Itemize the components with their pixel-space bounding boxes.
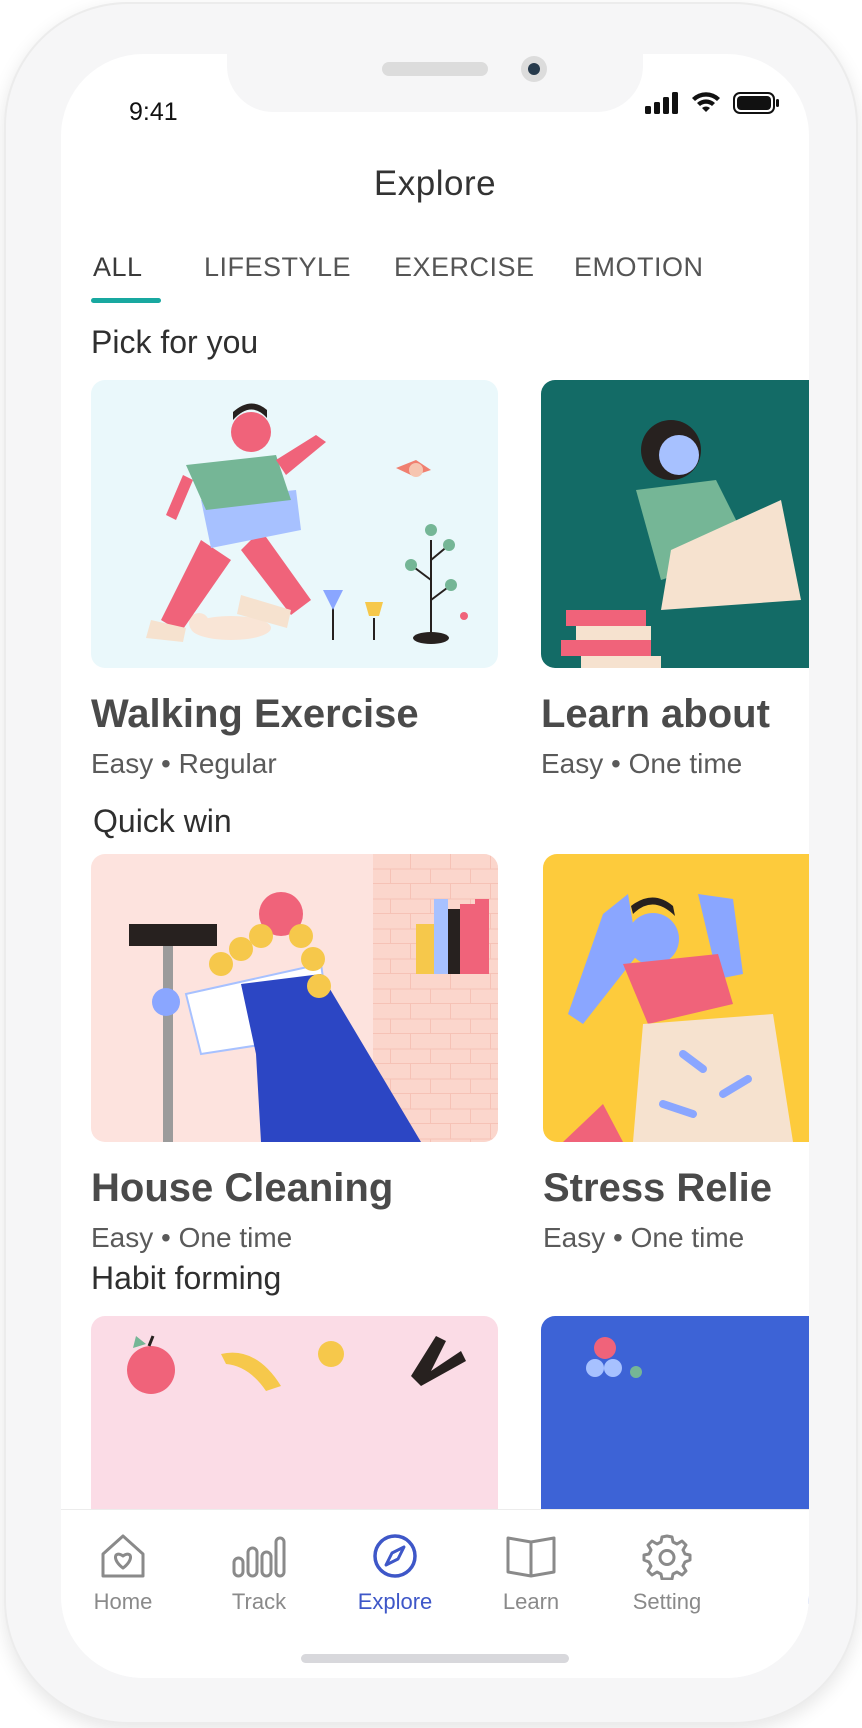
card-learn-about[interactable]: Learn about Easy • One time	[541, 380, 809, 800]
nav-label: Explore	[357, 1589, 433, 1614]
nav-explore[interactable]: Explore	[335, 1532, 455, 1615]
nav-home[interactable]: Home	[63, 1532, 183, 1615]
bottom-navigation: Home Track Explore Learn Setting	[61, 1509, 809, 1678]
tab-exercise[interactable]: EXERCISE	[394, 252, 535, 283]
tab-emotion[interactable]: EMOTION	[574, 252, 704, 283]
card-meta: Easy • Regular	[91, 748, 277, 779]
signal-icon	[645, 92, 678, 114]
card-meta: Easy • One time	[543, 1222, 745, 1253]
nav-label: Track	[231, 1589, 287, 1614]
battery-icon	[733, 92, 779, 114]
cleaning-illustration	[91, 854, 498, 1142]
section-title-pick-for-you: Pick for you	[91, 324, 259, 360]
compass-icon	[373, 1534, 417, 1578]
tab-all[interactable]: ALL	[93, 252, 143, 283]
bar-chart-icon	[232, 1536, 286, 1578]
reading-illustration	[541, 380, 809, 668]
home-indicator[interactable]	[301, 1654, 569, 1663]
notch	[227, 54, 643, 112]
tab-lifestyle[interactable]: LIFESTYLE	[204, 252, 351, 283]
section-title-quick-win: Quick win	[93, 803, 232, 839]
speaker	[382, 62, 488, 76]
book-icon	[506, 1536, 556, 1578]
card-title: Stress Relie	[543, 1166, 773, 1210]
phone-frame: 9:41 Explore ALL LIFESTYLE EXERCISE EMOT…	[4, 2, 858, 1724]
card-meta: Easy • One time	[541, 748, 743, 779]
page-title: Explore	[373, 164, 497, 203]
card-title: House Cleaning	[91, 1166, 394, 1210]
nav-track[interactable]: Track	[199, 1532, 319, 1615]
walking-illustration	[91, 380, 498, 668]
active-tab-indicator	[91, 298, 161, 303]
nav-label: Learn	[502, 1589, 560, 1614]
category-tabs: ALL LIFESTYLE EXERCISE EMOTION	[61, 252, 809, 312]
status-icons	[645, 92, 779, 114]
nav-label: Setting	[632, 1589, 702, 1614]
card-title: Walking Exercise	[91, 692, 419, 736]
nav-setting[interactable]: Setting	[607, 1532, 727, 1615]
home-icon	[101, 1534, 145, 1578]
nav-label: Home	[93, 1589, 153, 1614]
card-walking-exercise[interactable]: Walking Exercise Easy • Regular	[91, 380, 498, 800]
gear-icon	[642, 1534, 692, 1581]
stress-illustration	[543, 854, 809, 1142]
front-camera	[521, 56, 547, 82]
section-title-habit-forming: Habit forming	[91, 1260, 282, 1296]
wifi-icon	[692, 92, 720, 112]
app-screen: 9:41 Explore ALL LIFESTYLE EXERCISE EMOT…	[61, 54, 809, 1678]
status-time: 9:41	[129, 98, 178, 126]
card-house-cleaning[interactable]: House Cleaning Easy • One time	[91, 854, 498, 1274]
card-meta: Easy • One time	[91, 1222, 293, 1253]
nav-learn[interactable]: Learn	[471, 1532, 591, 1615]
card-stress-relief[interactable]: Stress Relie Easy • One time	[543, 854, 809, 1274]
card-title: Learn about	[541, 692, 770, 736]
